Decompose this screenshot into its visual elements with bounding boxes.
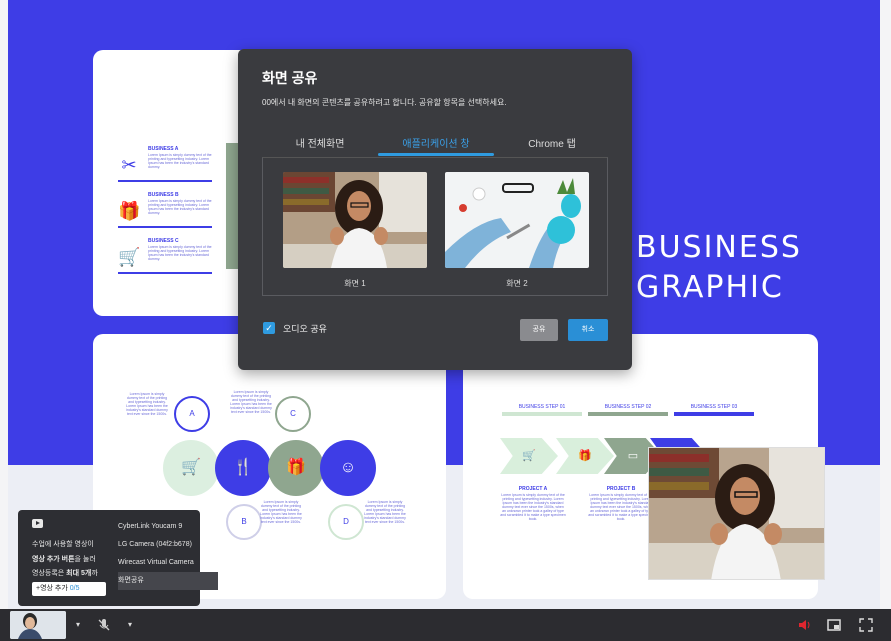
camera-option-screen-share[interactable]: 화면공유 (118, 572, 218, 590)
window-thumbnail-2[interactable] (445, 172, 589, 268)
fork-icon: 🍴 (233, 459, 253, 476)
fullscreen-icon[interactable] (858, 617, 874, 633)
window-2-preview (445, 172, 589, 268)
business-item-divider (118, 180, 212, 182)
active-tab-indicator (378, 153, 494, 156)
cart-icon: 🛒 (118, 247, 141, 267)
circle-caption: Lorem Ipsum is simply dummy text of the … (230, 390, 272, 414)
step-label: BUSINESS STEP 02 (604, 404, 652, 410)
step-line (588, 412, 668, 416)
window-list: 화면 1 화면 2 (262, 157, 608, 296)
popup-line3: 영상등록은 최대 5개까 (32, 568, 118, 578)
project-title: PROJECT A (518, 486, 548, 492)
video-icon (32, 519, 43, 528)
business-item-title: BUSINESS A (148, 146, 179, 152)
add-video-label: +영상 추가 (36, 585, 68, 592)
tab-application-window[interactable]: 애플리케이션 창 (380, 135, 492, 150)
cart-icon: 🛒 (522, 450, 536, 462)
circle-caption: Lorem Ipsum is simply dummy text of the … (126, 392, 168, 416)
window-label-1: 화면 1 (344, 279, 366, 288)
step-letter-circle: D (328, 504, 364, 540)
bottom-control-bar: ▾ ▾ (0, 609, 891, 641)
step-line (502, 412, 582, 416)
audio-share-checkbox[interactable]: ✓ (263, 322, 275, 334)
screen: ✂ BUSINESS A Lorem Ipsum is simply dummy t… (0, 0, 891, 641)
window-1-preview (283, 172, 427, 268)
popup-line2-bold: 영상 추가 버튼 (32, 556, 75, 563)
mic-off-icon[interactable] (96, 617, 112, 633)
business-item-title: BUSINESS C (148, 238, 179, 244)
tab-chrome[interactable]: Chrome 탭 (506, 135, 598, 150)
project-title: PROJECT B (606, 486, 636, 492)
business-item-divider (118, 272, 212, 274)
circle-caption: Lorem Ipsum is simply dummy text of the … (260, 500, 302, 524)
process-circle: 🛒 (163, 440, 219, 496)
business-item-desc: Lorem Ipsum is simply dummy text of the … (148, 153, 212, 169)
gift-icon: 🎁 (578, 450, 592, 462)
video-preview[interactable] (648, 447, 825, 580)
gift-icon: 🎁 (118, 201, 141, 221)
camera-option[interactable]: CyberLink Youcam 9 (118, 518, 218, 536)
popup-line2: 영상 추가 버튼을 눌러 (32, 554, 118, 564)
step-letter-circle: C (275, 396, 311, 432)
step-letter: D (343, 517, 349, 526)
step-letter-circle: A (174, 396, 210, 432)
dialog-subtitle: 00에서 내 화면의 콘텐츠를 공유하려고 합니다. 공유할 항목을 선택하세요… (262, 98, 507, 107)
self-camera-thumbnail[interactable] (10, 611, 66, 639)
popup-line1: 수업에 사용할 영상이 (32, 541, 94, 548)
audio-share-label: 오디오 공유 (283, 324, 327, 334)
window-thumbnail-1[interactable] (283, 172, 427, 268)
step-letter-circle: B (226, 504, 262, 540)
process-circle: ☺ (320, 440, 376, 496)
video-count: 0/5 (69, 585, 80, 592)
camera-list: CyberLink Youcam 9 LG Camera (04f2:b678)… (118, 518, 218, 590)
popup-line3-bold: 최대 5개 (66, 570, 92, 577)
video-source-popup: 수업에 사용할 영상이 영상 추가 버튼을 눌러 영상등록은 최대 5개까 +영… (18, 510, 218, 606)
self-photo (10, 611, 66, 639)
screen-share-dialog: 화면 공유 00에서 내 화면의 콘텐츠를 공유하려고 합니다. 공유할 항목을… (238, 49, 632, 370)
speaker-muted-icon[interactable] (796, 617, 812, 633)
project-desc: Lorem Ipsum is simply dummy text of the … (500, 493, 566, 521)
tab-entire-screen[interactable]: 내 전체화면 (274, 135, 366, 150)
step-letter: B (241, 517, 247, 526)
slide-title-line2: GRAPHIC (636, 270, 784, 305)
business-item-divider (118, 226, 212, 228)
process-circle: 🎁 (268, 440, 324, 496)
business-item-desc: Lorem Ipsum is simply dummy text of the … (148, 245, 212, 261)
project-desc: Lorem Ipsum is simply dummy text of the … (588, 493, 654, 521)
camera-option[interactable]: Wirecast Virtual Camera (118, 554, 218, 572)
card-icon: ▭ (627, 450, 639, 462)
cart-icon: 🛒 (181, 459, 201, 476)
screen-layout-icon[interactable] (826, 617, 842, 633)
business-item-title: BUSINESS B (148, 192, 179, 198)
step-letter: C (290, 409, 296, 418)
gift-icon: 🎁 (286, 459, 306, 476)
popup-line3-pre: 영상등록은 (32, 570, 67, 577)
add-video-button[interactable]: +영상 추가 0/5 (32, 582, 106, 596)
mic-dropdown-chevron-icon[interactable]: ▾ (122, 617, 138, 633)
camera-option[interactable]: LG Camera (04f2:b678) (118, 536, 218, 554)
window-label-2: 화면 2 (506, 279, 528, 288)
slide-title-line1: BUSINESS (636, 230, 802, 265)
smile-icon: ☺ (339, 459, 357, 476)
left-margin (0, 0, 8, 609)
right-margin (880, 0, 891, 609)
circle-caption: Lorem Ipsum is simply dummy text of the … (364, 500, 406, 524)
step-label: BUSINESS STEP 01 (518, 404, 566, 410)
share-button[interactable]: 공유 (520, 319, 558, 341)
dialog-title: 화면 공유 (262, 70, 318, 86)
business-item-desc: Lorem Ipsum is simply dummy text of the … (148, 199, 212, 215)
cancel-button[interactable]: 취소 (568, 319, 608, 341)
teacher-photo (649, 448, 824, 579)
popup-line2-rest: 을 눌러 (74, 556, 96, 563)
camera-dropdown-chevron-icon[interactable]: ▾ (70, 617, 86, 633)
popup-line3-post: 까 (91, 570, 98, 577)
step-label: BUSINESS STEP 03 (690, 404, 738, 410)
step-letter: A (189, 409, 195, 418)
process-circle: 🍴 (215, 440, 271, 496)
scissors-icon: ✂ (121, 155, 137, 175)
step-line (674, 412, 754, 416)
